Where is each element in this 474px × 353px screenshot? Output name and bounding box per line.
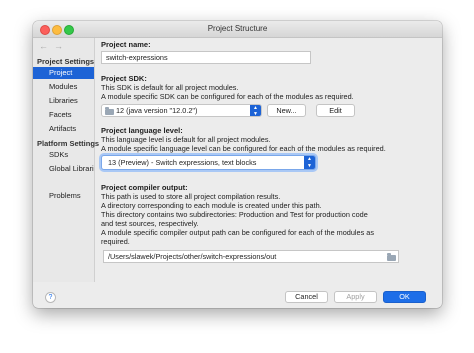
language-level-description-1: This language level is default for all p… (101, 135, 271, 144)
compiler-output-path-value: /Users/slawek/Projects/other/switch-expr… (108, 252, 277, 261)
sidebar-item-global-libraries[interactable]: Global Libraries (33, 163, 94, 175)
project-sdk-value: 12 (java version "12.0.2") (116, 106, 198, 115)
language-level-select[interactable]: 13 (Preview) - Switch expressions, text … (101, 155, 316, 170)
sidebar-item-facets[interactable]: Facets (33, 109, 94, 121)
nav-arrows: ← → (39, 41, 69, 51)
compiler-output-description-6: required. (101, 237, 130, 246)
compiler-output-label: Project compiler output: (101, 183, 188, 192)
chevron-up-down-icon: ▲ ▼ (304, 156, 315, 169)
sidebar-item-sdks[interactable]: SDKs (33, 149, 94, 161)
browse-folder-icon[interactable] (387, 253, 396, 261)
sidebar-heading-platform-settings: Platform Settings (37, 139, 100, 148)
sidebar-item-project[interactable]: Project (33, 67, 94, 79)
project-sdk-description-1: This SDK is default for all project modu… (101, 83, 239, 92)
help-button[interactable]: ? (45, 292, 56, 303)
project-sdk-description-2: A module specific SDK can be configured … (101, 92, 354, 101)
edit-sdk-button[interactable]: Edit (316, 104, 355, 117)
compiler-output-path-input[interactable]: /Users/slawek/Projects/other/switch-expr… (103, 250, 399, 263)
compiler-output-description-3: This directory contains two subdirectori… (101, 210, 368, 219)
ok-button[interactable]: OK (383, 291, 426, 303)
forward-arrow-icon[interactable]: → (54, 41, 63, 51)
project-sdk-label: Project SDK: (101, 74, 147, 83)
sidebar: ← → Project Settings Project Modules Libr… (33, 38, 99, 282)
project-sdk-select[interactable]: 12 (java version "12.0.2") ▲ ▼ (101, 104, 262, 117)
project-settings-panel: Project name: switch-expressions Project… (95, 38, 442, 282)
compiler-output-description-1: This path is used to store all project c… (101, 192, 281, 201)
sidebar-item-artifacts[interactable]: Artifacts (33, 123, 94, 135)
chevron-up-down-icon: ▲ ▼ (250, 105, 261, 117)
cancel-button[interactable]: Cancel (285, 291, 328, 303)
project-name-input[interactable]: switch-expressions (101, 51, 311, 64)
sidebar-item-modules[interactable]: Modules (33, 81, 94, 93)
compiler-output-description-5: A module specific compiler output path c… (101, 228, 374, 237)
new-sdk-button[interactable]: New... (267, 104, 306, 117)
language-level-description-2: A module specific language level can be … (101, 144, 386, 153)
project-structure-window: Project Structure ← → Project Settings Pr… (33, 21, 442, 308)
window-title: Project Structure (207, 24, 268, 33)
sidebar-item-libraries[interactable]: Libraries (33, 95, 94, 107)
language-level-label: Project language level: (101, 126, 183, 135)
sidebar-heading-project-settings: Project Settings (37, 57, 95, 66)
language-level-value: 13 (Preview) - Switch expressions, text … (108, 158, 257, 167)
compiler-output-description-4: and test sources, respectively. (101, 219, 199, 228)
apply-button[interactable]: Apply (334, 291, 377, 303)
back-arrow-icon[interactable]: ← (39, 41, 48, 51)
sidebar-item-problems[interactable]: Problems (33, 190, 94, 202)
sdk-folder-icon (105, 107, 114, 115)
title-bar: Project Structure (33, 21, 442, 38)
project-name-label: Project name: (101, 40, 151, 49)
compiler-output-description-2: A directory corresponding to each module… (101, 201, 322, 210)
